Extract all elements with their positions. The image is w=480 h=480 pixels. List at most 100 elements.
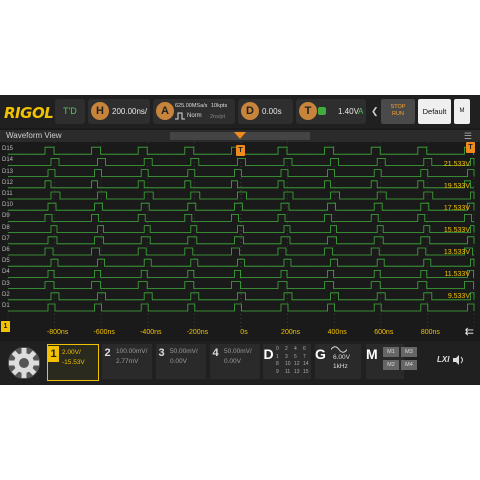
math-box[interactable]: M M1 M3 M2 M4	[366, 344, 417, 379]
digital-label-d14: D14	[2, 157, 14, 164]
channel-4-box[interactable]: 4 50.00mV/ 0.00V	[210, 344, 260, 379]
digital-bit-4: 4	[294, 346, 297, 352]
delay-letter: D	[241, 102, 259, 120]
math-m3[interactable]: M3	[401, 347, 417, 357]
rigol-logo: RIGOL	[4, 104, 54, 122]
digital-bit-3: 3	[285, 353, 288, 360]
time-axis-label: -600ns	[93, 329, 115, 336]
threshold-label: 15.533V	[443, 227, 470, 234]
time-axis-label: 600ns	[374, 329, 394, 336]
threshold-label: 17.533V	[443, 205, 470, 212]
digital-label-d11: D11	[2, 191, 13, 197]
digital-label-d4: D4	[2, 269, 10, 276]
stop-run-button[interactable]: STOP RUN	[381, 99, 415, 124]
digital-label-d10: D10	[2, 202, 14, 209]
delay-value: 0.00s	[262, 107, 282, 116]
channel-1-number: 1	[48, 346, 59, 362]
acquire-letter: A	[156, 102, 174, 120]
digital-label-d5: D5	[2, 258, 10, 265]
horizontal-letter: H	[91, 102, 109, 120]
menu-icon[interactable]: ☰	[464, 131, 472, 142]
generator-letter: G	[315, 346, 326, 362]
trigger-level-marker[interactable]: T	[466, 142, 475, 153]
run-label: RUN	[392, 111, 404, 117]
oscilloscope-screen: RIGOL T'D H 200.00ns/ A 625.00MSa/s 10kp…	[0, 95, 480, 385]
trigger-status-box[interactable]: T'D	[55, 99, 85, 124]
gear-icon[interactable]	[4, 343, 44, 383]
math-m4[interactable]: M4	[401, 360, 417, 370]
time-axis-label: -400ns	[140, 329, 162, 336]
default-button[interactable]: Default	[418, 99, 451, 124]
channel-3-offset: 0.00V	[170, 358, 187, 365]
channel-2-box[interactable]: 2 100.00mV/ 2.77mV	[102, 344, 152, 379]
time-axis-label: -800ns	[46, 329, 69, 336]
digital-bit-grid: 0 2 4 6 1 3 5 7 8 10 12 14 9 11 13 15	[276, 346, 310, 376]
time-axis-label: 400ns	[327, 329, 347, 336]
trigger-level: 1.40V	[338, 107, 359, 116]
threshold-label: 9.533V	[447, 293, 470, 300]
math-m2[interactable]: M2	[383, 360, 399, 370]
collapse-icon[interactable]: ⇇	[465, 325, 474, 338]
channel-3-scale: 50.00mV/	[170, 348, 198, 355]
top-status-bar: RIGOL T'D H 200.00ns/ A 625.00MSa/s 10kp…	[0, 95, 480, 128]
channel-4-offset: 0.00V	[224, 358, 241, 365]
acquire-mode: Norm	[187, 113, 202, 119]
channel-3-box[interactable]: 3 50.00mV/ 0.00V	[156, 344, 206, 379]
generator-frequency: 1kHz	[333, 363, 348, 370]
generator-voltage: 6.00V	[333, 354, 350, 361]
bottom-channel-bar: 1 2.00V/ -15.53V 2 100.00mV/ 2.77mV 3 50…	[0, 341, 480, 385]
digital-letter: D	[263, 346, 274, 362]
channel-1-box[interactable]: 1 2.00V/ -15.53V	[47, 344, 99, 381]
threshold-label: 11.533V	[444, 271, 470, 278]
digital-bit-13: 13	[294, 368, 300, 375]
digital-label-d13: D13	[2, 168, 14, 175]
math-letter: M	[366, 346, 378, 362]
digital-label-d7: D7	[2, 235, 10, 242]
digital-label-d9: D9	[2, 213, 10, 220]
digital-label-d1: D1	[2, 303, 10, 309]
timebase-value: 200.00ns/	[112, 107, 148, 116]
channel-2-number: 2	[104, 347, 111, 359]
time-axis-label: 0s	[240, 329, 248, 336]
sample-rate: 625.00MSa/s	[175, 103, 208, 109]
digital-label-d2: D2	[2, 291, 10, 298]
scroll-left-icon[interactable]: ❮	[371, 106, 379, 117]
delay-box[interactable]: D 0.00s	[238, 99, 293, 124]
channel-4-scale: 50.00mV/	[224, 348, 252, 355]
digital-label-d8: D8	[2, 224, 10, 231]
stop-label: STOP	[390, 104, 406, 110]
channel-1-offset: -15.53V	[62, 359, 85, 366]
digital-bit-15: 15	[303, 368, 309, 375]
digital-bit-11: 11	[285, 368, 291, 375]
digital-bit-12: 12	[294, 361, 300, 367]
digital-label-d3: D3	[2, 280, 10, 287]
threshold-label: 21.533V	[443, 161, 470, 168]
trigger-time-marker[interactable]: T	[236, 145, 245, 156]
channel-2-scale: 100.00mV/	[116, 348, 148, 355]
waveform-view-header: Waveform View ☰	[0, 130, 480, 142]
threshold-label: 13.533V	[443, 249, 470, 256]
math-m1[interactable]: M1	[383, 347, 399, 357]
resolution: 2ns/pt	[210, 114, 225, 120]
time-axis-label: 800ns	[420, 329, 440, 336]
digital-box[interactable]: D 0 2 4 6 1 3 5 7 8 10 12 14 9 11 13 15	[263, 344, 311, 379]
speaker-icon[interactable]	[453, 355, 465, 365]
generator-box[interactable]: G 6.00V 1kHz	[315, 344, 361, 379]
channel-2-offset: 2.77mV	[116, 358, 139, 365]
horizontal-box[interactable]: H 200.00ns/	[88, 99, 150, 124]
channel-4-number: 4	[212, 347, 219, 359]
more-button[interactable]: M	[454, 99, 470, 124]
trigger-box[interactable]: T 1.40V A	[296, 99, 366, 124]
digital-bit-0: 0	[276, 346, 279, 352]
channel-1-scale: 2.00V/	[62, 349, 81, 356]
digital-bit-8: 8	[276, 361, 279, 367]
time-axis-label: 200ns	[281, 329, 301, 336]
digital-bit-1: 1	[276, 353, 279, 360]
channel-1-ground-marker[interactable]: 1	[1, 321, 10, 332]
waveform-grid-area[interactable]: D15 D14 D13 D12 D11 D10 D9 D8 D7 D6 D5 D4 D3 D2 D1 21.5…	[0, 142, 480, 341]
digital-label-d12: D12	[2, 179, 14, 186]
channel-3-number: 3	[158, 347, 165, 359]
edge-trigger-icon	[318, 107, 326, 115]
acquire-box[interactable]: A 625.00MSa/s 10kpts Norm 2ns/pt	[153, 99, 235, 124]
sine-wave-icon	[331, 346, 347, 353]
